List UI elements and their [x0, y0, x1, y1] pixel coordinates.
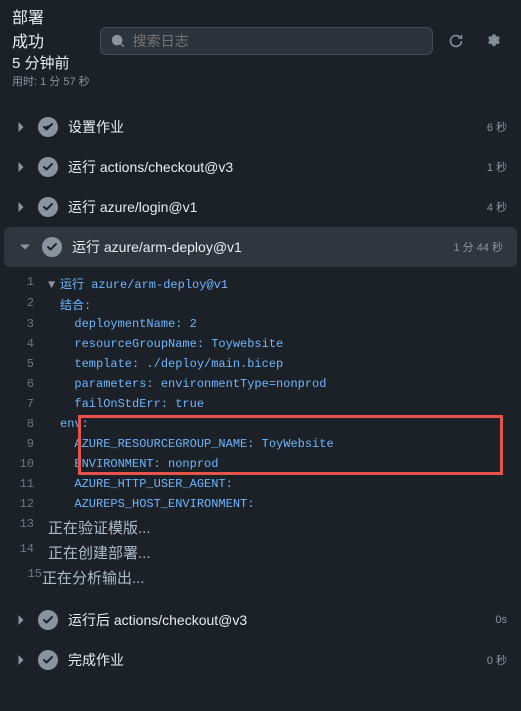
log-line[interactable]: 2结合: — [0, 294, 521, 315]
chevron-down-icon — [18, 240, 32, 254]
check-icon — [42, 237, 62, 257]
step-name: 运行后 actions/checkout@v3 — [68, 610, 485, 630]
step-row[interactable]: 运行后 actions/checkout@v3 0s — [0, 600, 521, 640]
search-icon — [111, 34, 125, 48]
gear-icon[interactable] — [479, 26, 509, 56]
log-line[interactable]: 14正在创建部署... — [0, 540, 521, 565]
step-row[interactable]: 完成作业 0 秒 — [0, 640, 521, 680]
check-icon — [38, 117, 58, 137]
log-output: 1▼运行 azure/arm-deploy@v1 2结合: 3 deployme… — [0, 267, 521, 600]
chevron-right-icon — [14, 160, 28, 174]
job-title-block: 部署 成功 5 分钟前 用时: 1 分 57 秒 — [12, 4, 90, 89]
refresh-button[interactable] — [441, 26, 471, 56]
step-row[interactable]: 运行 actions/checkout@v3 1 秒 — [0, 147, 521, 187]
log-line[interactable]: 9 AZURE_RESOURCEGROUP_NAME: ToyWebsite — [0, 435, 521, 455]
step-row[interactable]: 运行 azure/login@v1 4 秒 — [0, 187, 521, 227]
step-row-expanded[interactable]: 运行 azure/arm-deploy@v1 1 分 44 秒 — [4, 227, 517, 267]
chevron-right-icon — [14, 653, 28, 667]
log-line[interactable]: 1▼运行 azure/arm-deploy@v1 — [0, 273, 521, 294]
step-name: 完成作业 — [68, 650, 477, 670]
log-line[interactable]: 7 failOnStdErr: true — [0, 395, 521, 415]
triangle-down-icon: ▼ — [48, 278, 58, 292]
check-icon — [38, 610, 58, 630]
job-time-ago: 5 分钟前 — [12, 52, 90, 73]
log-line[interactable]: 8env: — [0, 415, 521, 435]
log-line[interactable]: 13正在验证模版... — [0, 515, 521, 540]
step-name: 运行 azure/login@v1 — [68, 197, 477, 217]
step-list: 设置作业 6 秒 运行 actions/checkout@v3 1 秒 运行 a… — [0, 89, 521, 680]
step-time: 0s — [495, 614, 507, 626]
log-line[interactable]: 3 deploymentName: 2 — [0, 315, 521, 335]
check-icon — [38, 650, 58, 670]
job-duration: 用时: 1 分 57 秒 — [12, 73, 90, 89]
log-line[interactable]: 4 resourceGroupName: Toywebsite — [0, 335, 521, 355]
log-line[interactable]: 10 ENVIRONMENT: nonprod — [0, 455, 521, 475]
job-status: 成功 — [12, 28, 90, 52]
step-time: 6 秒 — [487, 119, 507, 135]
step-name: 运行 azure/arm-deploy@v1 — [72, 237, 443, 257]
check-icon — [38, 157, 58, 177]
search-input-wrap[interactable] — [100, 27, 433, 55]
step-name: 运行 actions/checkout@v3 — [68, 157, 477, 177]
step-time: 0 秒 — [487, 652, 507, 668]
search-input[interactable] — [133, 33, 422, 49]
log-line[interactable]: 15正在分析输出... — [8, 565, 521, 590]
step-time: 1 分 44 秒 — [453, 239, 503, 255]
log-line[interactable]: 12 AZUREPS_HOST_ENVIRONMENT: — [0, 495, 521, 515]
step-name: 设置作业 — [68, 117, 477, 137]
job-title: 部署 — [12, 4, 90, 28]
chevron-right-icon — [14, 613, 28, 627]
chevron-right-icon — [14, 200, 28, 214]
chevron-right-icon — [14, 120, 28, 134]
log-line[interactable]: 11 AZURE_HTTP_USER_AGENT: — [0, 475, 521, 495]
step-time: 4 秒 — [487, 199, 507, 215]
check-icon — [38, 197, 58, 217]
step-time: 1 秒 — [487, 159, 507, 175]
log-line[interactable]: 5 template: ./deploy/main.bicep — [0, 355, 521, 375]
step-row[interactable]: 设置作业 6 秒 — [0, 107, 521, 147]
log-line[interactable]: 6 parameters: environmentType=nonprod — [0, 375, 521, 395]
